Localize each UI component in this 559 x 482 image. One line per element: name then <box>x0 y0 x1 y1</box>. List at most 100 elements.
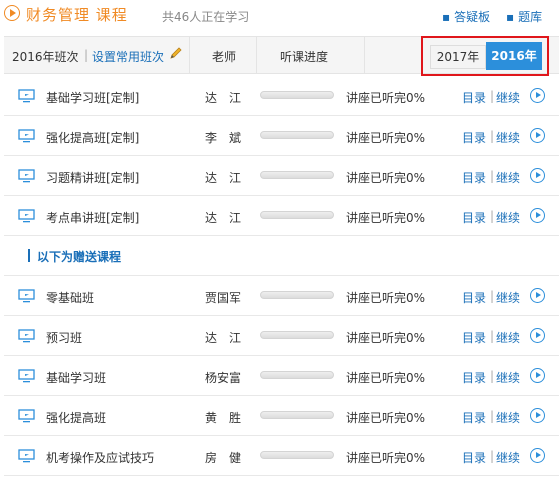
progress-column-header: 听课进度 <box>280 50 329 64</box>
progress-status: 讲座已听完0% <box>346 291 426 305</box>
continue-link[interactable]: 继续 <box>496 169 520 186</box>
separator: | <box>84 48 89 62</box>
tab-2017[interactable]: 2017年 <box>430 45 486 69</box>
continue-link[interactable]: 继续 <box>496 129 520 146</box>
progress-status: 讲座已听完0% <box>346 371 426 385</box>
catalog-link[interactable]: 目录 <box>462 369 486 386</box>
teacher-name: 房 健 <box>205 451 242 465</box>
gift-course-row: 基础学习班 杨安富 讲座已听完0% 目录 | 继续 <box>4 356 559 396</box>
qa-board-link[interactable]: 答疑板 <box>454 10 490 24</box>
separator: | <box>490 169 495 183</box>
continue-link[interactable]: 继续 <box>496 369 520 386</box>
catalog-link[interactable]: 目录 <box>462 169 486 186</box>
separator: | <box>490 369 495 383</box>
course-name[interactable]: 强化提高班[定制] <box>46 129 139 146</box>
monitor-icon <box>18 329 35 343</box>
set-common-classes-link[interactable]: 设置常用班次 <box>92 48 164 65</box>
teacher-name: 达 江 <box>205 331 242 345</box>
teacher-column-header: 老师 <box>212 50 237 64</box>
section-marker <box>28 249 30 262</box>
catalog-link[interactable]: 目录 <box>462 89 486 106</box>
teacher-name: 达 江 <box>205 171 242 185</box>
continue-link[interactable]: 继续 <box>496 449 520 466</box>
continue-link[interactable]: 继续 <box>496 289 520 306</box>
progress-bar <box>260 91 334 99</box>
play-circle-icon[interactable] <box>530 128 545 143</box>
column-divider <box>189 37 190 73</box>
class-year-label: 2016年班次 <box>12 50 79 64</box>
gift-course-row: 机考操作及应试技巧 房 健 讲座已听完0% 目录 | 继续 <box>4 436 559 476</box>
course-row: 习题精讲班[定制] 达 江 讲座已听完0% 目录 | 继续 <box>4 156 559 196</box>
progress-bar <box>260 291 334 299</box>
monitor-icon <box>18 289 35 303</box>
catalog-link[interactable]: 目录 <box>462 289 486 306</box>
bullet-icon: ▪ <box>505 10 515 24</box>
monitor-icon <box>18 449 35 463</box>
play-circle-icon[interactable] <box>530 88 545 103</box>
continue-link[interactable]: 继续 <box>496 329 520 346</box>
progress-bar <box>260 211 334 219</box>
pencil-icon[interactable] <box>169 46 183 60</box>
bullet-icon: ▪ <box>442 10 451 24</box>
catalog-link[interactable]: 目录 <box>462 409 486 426</box>
progress-bar <box>260 411 334 419</box>
continue-link[interactable]: 继续 <box>496 89 520 106</box>
question-bank-link[interactable]: 题库 <box>518 10 542 24</box>
play-circle-icon[interactable] <box>530 328 545 343</box>
monitor-icon <box>18 89 35 103</box>
gift-course-row: 零基础班 贾国军 讲座已听完0% 目录 | 继续 <box>4 276 559 316</box>
continue-link[interactable]: 继续 <box>496 409 520 426</box>
page-header: 财务管理 课程 共46人正在学习 ▪答疑板 ▪题库 ▪答 <box>0 0 559 30</box>
progress-status: 讲座已听完0% <box>346 451 426 465</box>
course-name[interactable]: 零基础班 <box>46 289 94 306</box>
progress-status: 讲座已听完0% <box>346 331 426 345</box>
learner-count: 共46人正在学习 <box>162 10 250 24</box>
header-links: ▪答疑板 ▪题库 ▪答 <box>442 8 559 25</box>
gift-course-row: 强化提高班 黄 胜 讲座已听完0% 目录 | 继续 <box>4 396 559 436</box>
catalog-link[interactable]: 目录 <box>462 329 486 346</box>
monitor-icon <box>18 409 35 423</box>
teacher-name: 李 斌 <box>205 131 242 145</box>
separator: | <box>490 129 495 143</box>
course-name[interactable]: 机考操作及应试技巧 <box>46 449 154 466</box>
course-row: 考点串讲班[定制] 达 江 讲座已听完0% 目录 | 继续 <box>4 196 559 236</box>
course-name[interactable]: 习题精讲班[定制] <box>46 169 139 186</box>
catalog-link[interactable]: 目录 <box>462 129 486 146</box>
gift-courses-heading: 以下为赠送课程 <box>4 236 559 276</box>
progress-status: 讲座已听完0% <box>346 211 426 225</box>
course-name[interactable]: 预习班 <box>46 329 82 346</box>
tab-2016[interactable]: 2016年 <box>486 42 542 70</box>
monitor-icon <box>18 129 35 143</box>
column-divider <box>256 37 257 73</box>
catalog-link[interactable]: 目录 <box>462 209 486 226</box>
continue-link[interactable]: 继续 <box>496 209 520 226</box>
play-circle-icon[interactable] <box>530 408 545 423</box>
course-name[interactable]: 基础学习班 <box>46 369 106 386</box>
progress-bar <box>260 171 334 179</box>
course-name[interactable]: 强化提高班 <box>46 409 106 426</box>
play-circle-icon <box>4 5 20 21</box>
monitor-icon <box>18 169 35 183</box>
progress-status: 讲座已听完0% <box>346 171 426 185</box>
play-circle-icon[interactable] <box>530 368 545 383</box>
play-circle-icon[interactable] <box>530 288 545 303</box>
play-circle-icon[interactable] <box>530 168 545 183</box>
course-row: 基础学习班[定制] 达 江 讲座已听完0% 目录 | 继续 <box>4 76 559 116</box>
separator: | <box>490 89 495 103</box>
monitor-icon <box>18 369 35 383</box>
separator: | <box>490 209 495 223</box>
teacher-name: 达 江 <box>205 211 242 225</box>
course-name[interactable]: 考点串讲班[定制] <box>46 209 139 226</box>
separator: | <box>490 449 495 463</box>
course-row: 强化提高班[定制] 李 斌 讲座已听完0% 目录 | 继续 <box>4 116 559 156</box>
catalog-link[interactable]: 目录 <box>462 449 486 466</box>
separator: | <box>490 329 495 343</box>
teacher-name: 杨安富 <box>205 371 242 385</box>
course-name[interactable]: 基础学习班[定制] <box>46 89 139 106</box>
progress-bar <box>260 371 334 379</box>
play-circle-icon[interactable] <box>530 208 545 223</box>
play-circle-icon[interactable] <box>530 448 545 463</box>
monitor-icon <box>18 209 35 223</box>
progress-status: 讲座已听完0% <box>346 411 426 425</box>
separator: | <box>490 409 495 423</box>
